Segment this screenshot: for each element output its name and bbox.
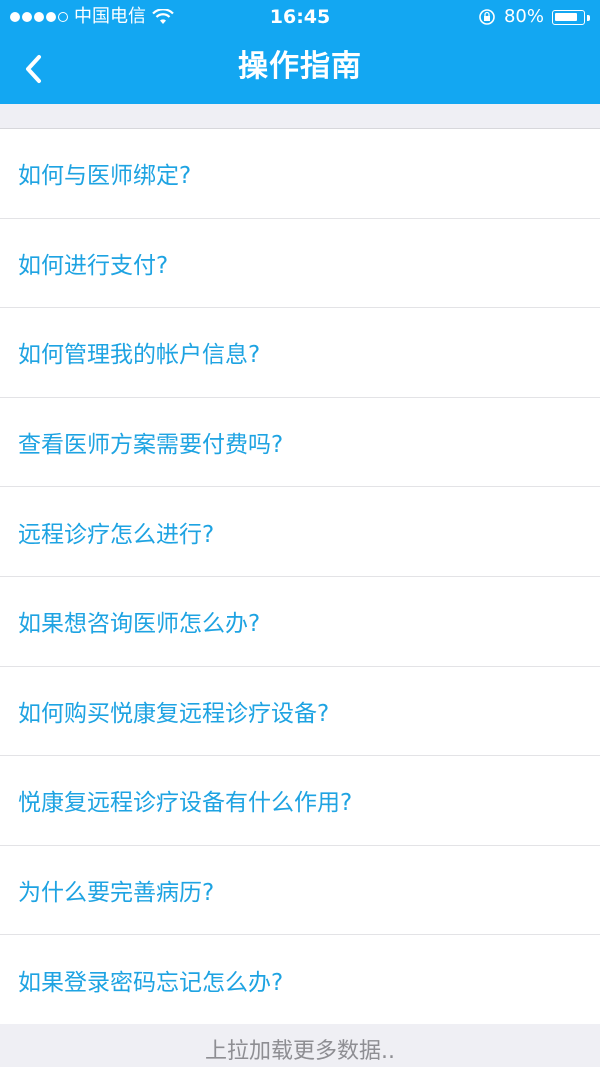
battery-percent: 80% (503, 6, 544, 27)
list-item-label: 如何与医师绑定? (18, 163, 192, 190)
list-item-label: 悦康复远程诊疗设备有什么作用? (18, 790, 353, 817)
list-item-label: 如果想咨询医师怎么办? (18, 611, 261, 638)
status-right: 80% (478, 0, 590, 34)
battery-fill (555, 13, 577, 21)
page-title: 操作指南 (238, 49, 362, 84)
battery-icon (552, 8, 590, 26)
guide-list: 如何与医师绑定? 如何进行支付? 如何管理我的帐户信息? 查看医师方案需要付费吗? 远程… (0, 128, 600, 1025)
list-item[interactable]: 如何管理我的帐户信息? (0, 308, 600, 398)
list-item[interactable]: 如何购买悦康复远程诊疗设备? (0, 667, 600, 757)
status-bar: 中国电信 16:45 80% (0, 0, 600, 34)
nav-bar: 操作指南 (0, 34, 600, 104)
list-item-label: 如何管理我的帐户信息? (18, 342, 261, 369)
list-item[interactable]: 如果登录密码忘记怎么办? (0, 935, 600, 1025)
list-item-label: 如何进行支付? (18, 252, 169, 279)
list-item[interactable]: 为什么要完善病历? (0, 846, 600, 936)
list-item-label: 如果登录密码忘记怎么办? (18, 969, 284, 996)
list-item-label: 为什么要完善病历? (18, 880, 215, 907)
list-item-label: 查看医师方案需要付费吗? (18, 432, 284, 459)
list-item-label: 远程诊疗怎么进行? (18, 521, 215, 548)
list-item[interactable]: 如何与医师绑定? (0, 129, 600, 219)
list-item[interactable]: 如何进行支付? (0, 219, 600, 309)
header: 中国电信 16:45 80% 操作指南 (0, 0, 600, 104)
orientation-lock-icon (479, 9, 495, 25)
load-more-hint: 上拉加载更多数据.. (0, 1024, 600, 1067)
list-item[interactable]: 悦康复远程诊疗设备有什么作用? (0, 756, 600, 846)
list-item-label: 如何购买悦康复远程诊疗设备? (18, 700, 330, 727)
list-item[interactable]: 远程诊疗怎么进行? (0, 487, 600, 577)
list-item[interactable]: 查看医师方案需要付费吗? (0, 398, 600, 488)
list-item[interactable]: 如果想咨询医师怎么办? (0, 577, 600, 667)
